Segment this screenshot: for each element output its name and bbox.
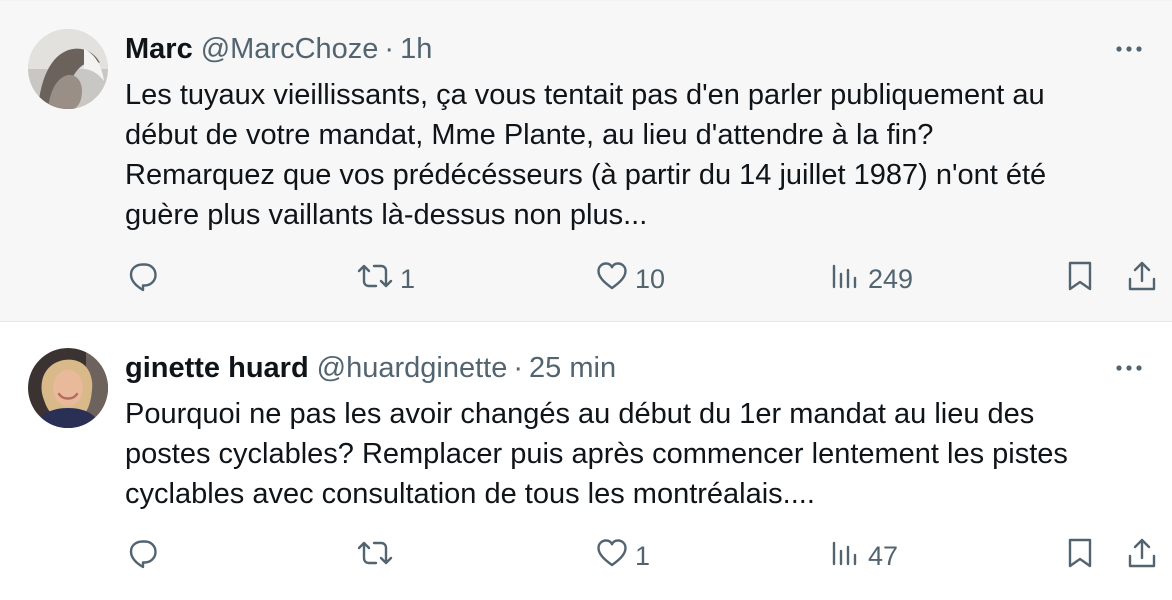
tweet-text-line: début de votre mandat, Mme Plante, au li… bbox=[125, 119, 934, 151]
tweet-header: Marc @MarcChoze · 1h bbox=[125, 31, 432, 67]
bookmark-icon bbox=[1066, 259, 1094, 300]
repost-count: 1 bbox=[400, 263, 416, 294]
tweet[interactable]: ginette huard @huardginette · 25 min Pou… bbox=[0, 322, 1172, 600]
tweet-text: Pourquoi ne pas les avoir changés au déb… bbox=[125, 394, 1135, 514]
like-count: 1 bbox=[635, 540, 651, 571]
display-name[interactable]: ginette huard bbox=[125, 352, 309, 385]
reply-button[interactable] bbox=[126, 536, 166, 576]
action-bar: 1 10 249 bbox=[0, 259, 1172, 299]
view-count: 249 bbox=[868, 263, 914, 294]
bookmark-icon bbox=[1066, 536, 1094, 577]
tweet-text-line: postes cyclables? Remplacer puis après c… bbox=[125, 438, 1068, 470]
bookmark-button[interactable] bbox=[1066, 259, 1094, 299]
share-icon bbox=[1126, 259, 1158, 300]
share-icon bbox=[1126, 536, 1158, 577]
bookmark-button[interactable] bbox=[1066, 536, 1094, 576]
views-button[interactable]: 47 bbox=[830, 536, 898, 576]
tweet-header: ginette huard @huardginette · 25 min bbox=[125, 350, 616, 386]
share-button[interactable] bbox=[1126, 259, 1158, 299]
like-count: 10 bbox=[635, 263, 666, 294]
user-handle[interactable]: @MarcChoze bbox=[201, 33, 379, 66]
tweet-text: Les tuyaux vieillissants, ça vous tentai… bbox=[125, 75, 1135, 235]
timestamp[interactable]: 25 min bbox=[529, 352, 616, 385]
tweet-text-line: Les tuyaux vieillissants, ça vous tentai… bbox=[125, 79, 1045, 111]
share-button[interactable] bbox=[1126, 536, 1158, 576]
repost-button[interactable]: 1 bbox=[356, 259, 415, 299]
like-button[interactable]: 1 bbox=[595, 536, 650, 576]
display-name[interactable]: Marc bbox=[125, 33, 193, 66]
repost-icon bbox=[356, 259, 394, 300]
like-button[interactable]: 10 bbox=[595, 259, 665, 299]
reply-icon bbox=[126, 259, 160, 300]
heart-icon bbox=[595, 259, 629, 300]
separator-dot: · bbox=[384, 32, 395, 65]
more-icon[interactable] bbox=[1114, 353, 1144, 383]
view-count: 47 bbox=[868, 540, 899, 571]
avatar[interactable] bbox=[28, 348, 108, 428]
views-button[interactable]: 249 bbox=[830, 259, 913, 299]
repost-icon bbox=[356, 536, 394, 577]
tweet-text-line: Remarquez que vos prédécésseurs (à parti… bbox=[125, 159, 1047, 191]
user-handle[interactable]: @huardginette bbox=[317, 352, 508, 385]
repost-button[interactable] bbox=[356, 536, 400, 576]
reply-icon bbox=[126, 536, 160, 577]
views-icon bbox=[830, 259, 862, 300]
tweet-text-line: guère plus vaillants là-dessus non plus.… bbox=[125, 199, 648, 231]
tweet[interactable]: Marc @MarcChoze · 1h Les tuyaux vieillis… bbox=[0, 0, 1172, 322]
heart-icon bbox=[595, 536, 629, 577]
tweet-text-line: cyclables avec consultation de tous les … bbox=[125, 478, 815, 510]
tweet-text-line: Pourquoi ne pas les avoir changés au déb… bbox=[125, 398, 1035, 430]
avatar[interactable] bbox=[28, 29, 108, 109]
reply-button[interactable] bbox=[126, 259, 166, 299]
more-icon[interactable] bbox=[1114, 34, 1144, 64]
timestamp[interactable]: 1h bbox=[400, 33, 432, 66]
action-bar: 1 47 bbox=[0, 536, 1172, 576]
views-icon bbox=[830, 536, 862, 577]
separator-dot: · bbox=[513, 351, 524, 384]
